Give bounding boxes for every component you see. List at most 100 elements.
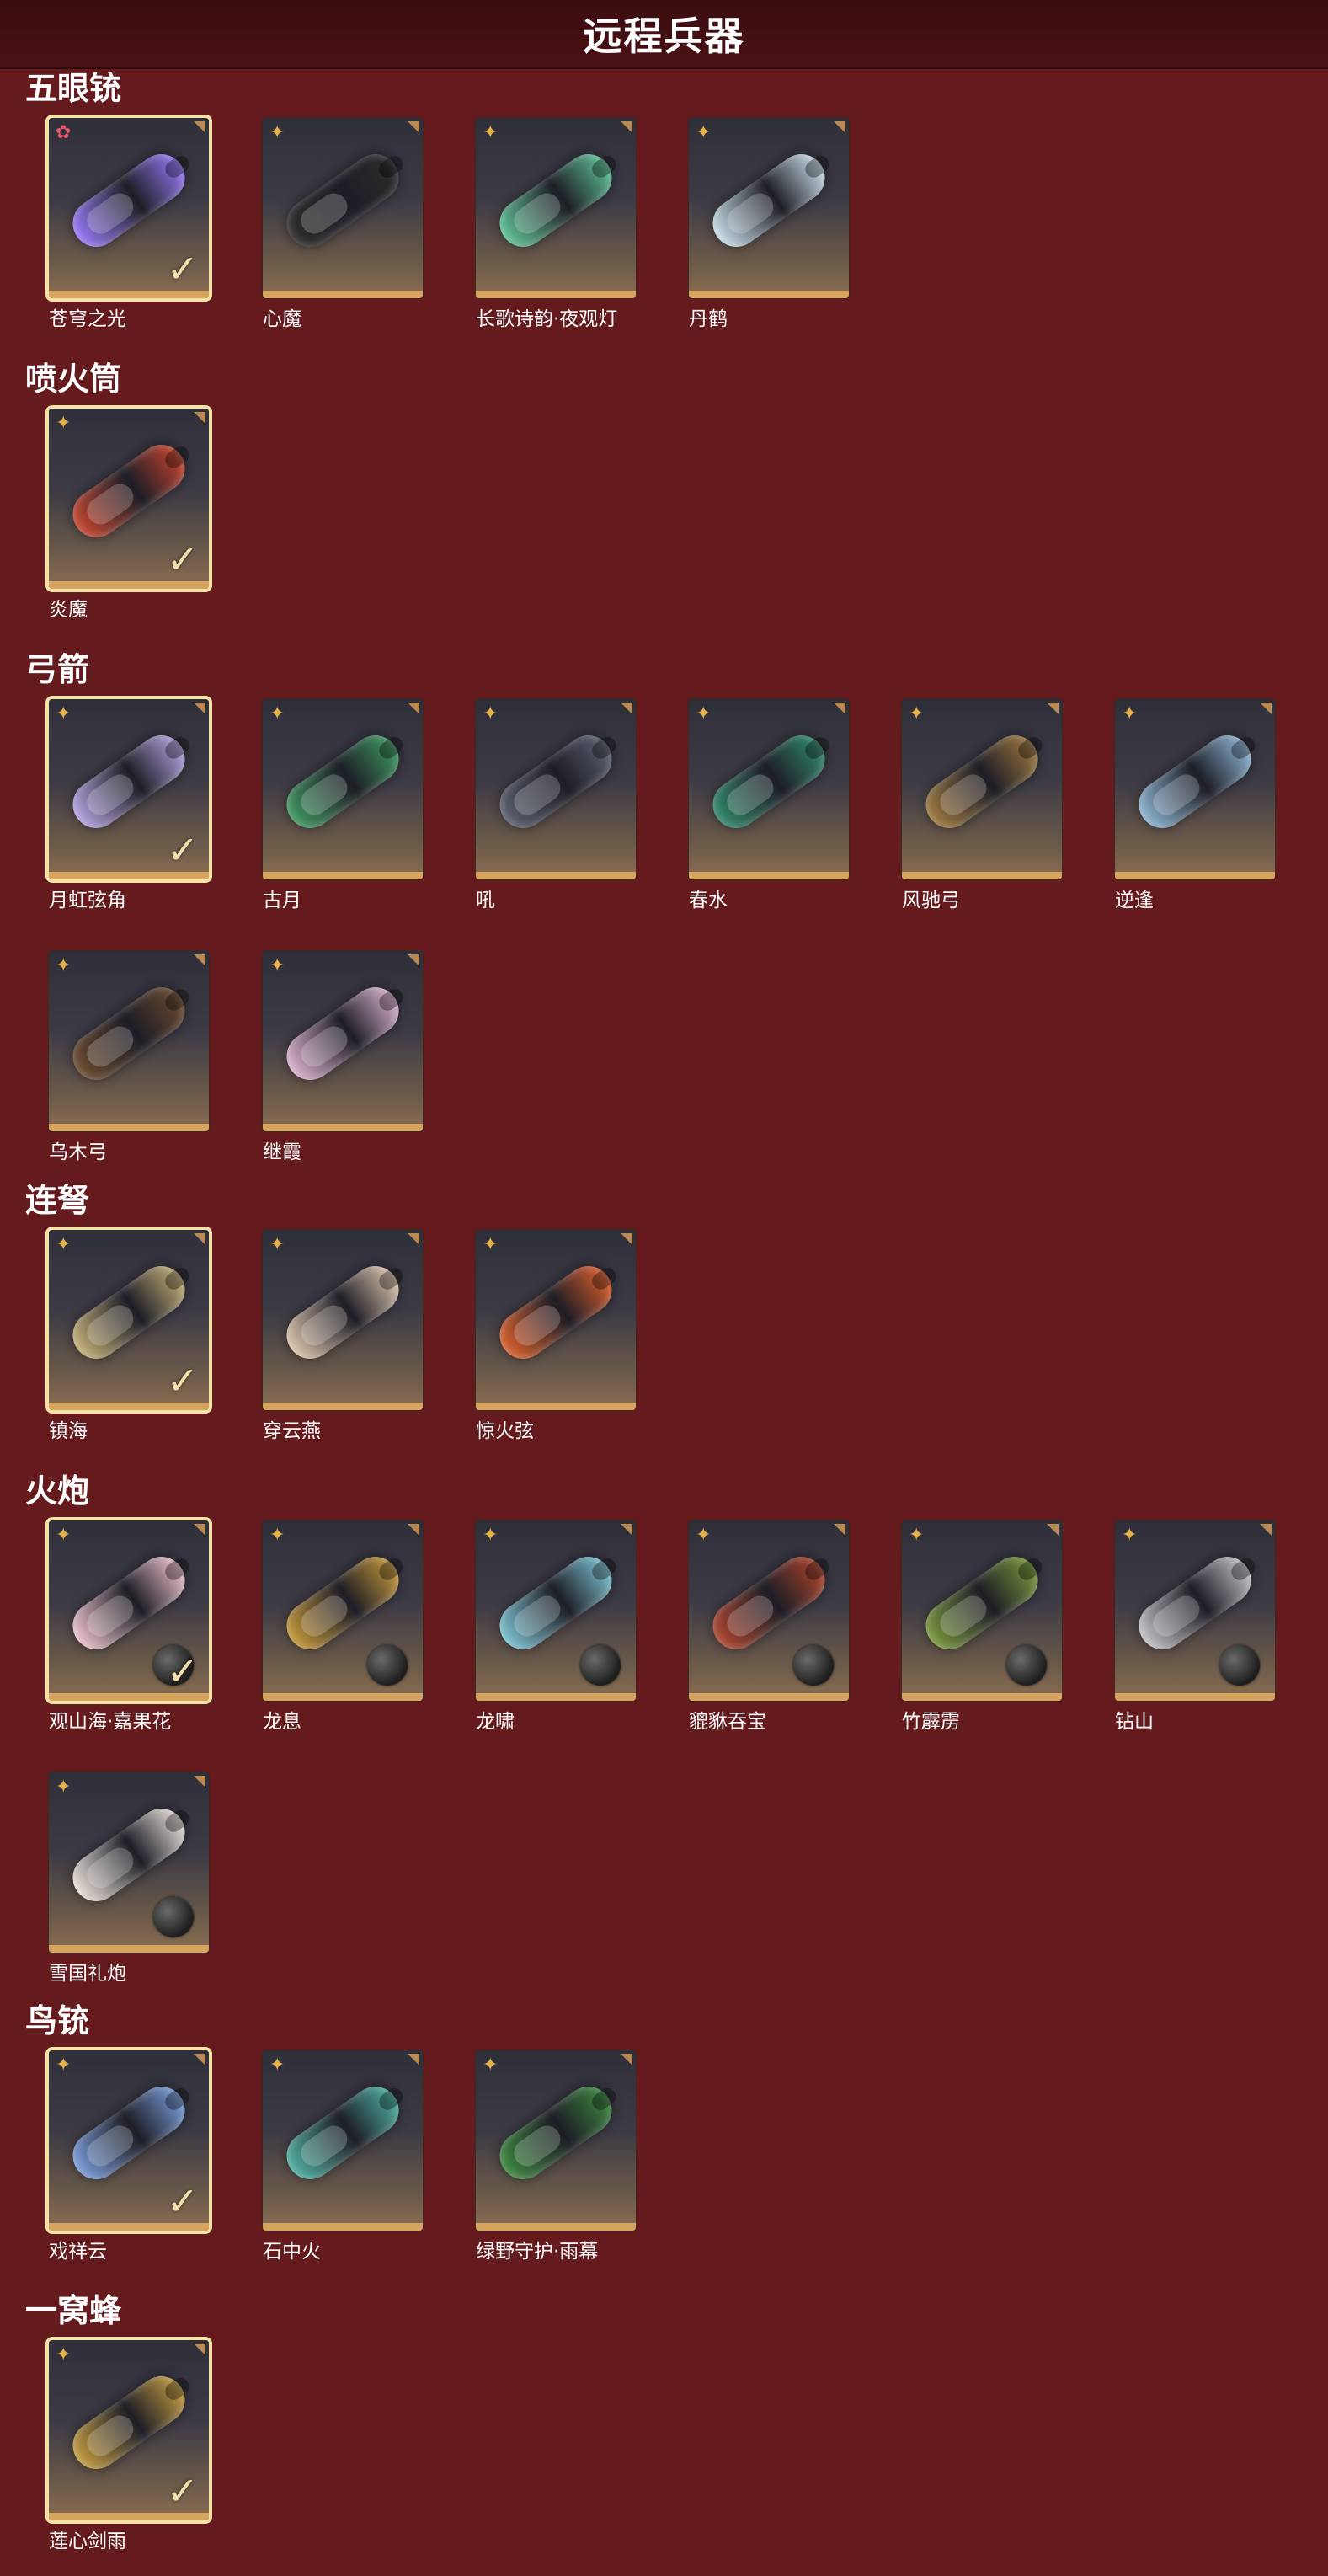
- weapon-item[interactable]: ✦ ✓ 戏祥云: [49, 2050, 214, 2278]
- cannonball-icon: [793, 1645, 834, 1686]
- corner-tab-icon: [194, 412, 205, 424]
- gold-star-icon: ✦: [483, 1234, 499, 1255]
- gold-star-icon: ✦: [269, 1525, 285, 1546]
- weapon-item[interactable]: ✦ 逆逢: [1115, 699, 1280, 927]
- weapon-card[interactable]: ✦: [1115, 1520, 1275, 1701]
- checkmark-icon: ✓: [166, 2178, 199, 2224]
- section-title: 连弩: [25, 1182, 90, 1219]
- weapon-card[interactable]: ✦: [1115, 699, 1275, 879]
- weapon-card[interactable]: ✦: [902, 1520, 1062, 1701]
- weapon-image: [490, 2077, 621, 2189]
- weapon-name: 古月: [263, 890, 301, 911]
- weapon-card[interactable]: ✦: [476, 1520, 636, 1701]
- weapon-card[interactable]: ✦: [263, 699, 423, 879]
- corner-tab-icon: [621, 121, 632, 133]
- gold-star-icon: ✦: [269, 122, 285, 143]
- weapon-card[interactable]: ✦: [476, 118, 636, 298]
- weapon-card[interactable]: ✦: [476, 699, 636, 879]
- weapon-item[interactable]: ✦ 古月: [263, 699, 428, 927]
- weapon-image: [63, 1257, 195, 1369]
- weapon-item[interactable]: ✦ 龙啸: [476, 1520, 641, 1748]
- weapon-image: [490, 145, 621, 257]
- weapon-item[interactable]: ✦ 钻山: [1115, 1520, 1280, 1748]
- weapon-card[interactable]: ✦: [263, 1520, 423, 1701]
- weapon-card[interactable]: ✦ ✓: [49, 699, 209, 879]
- weapon-card[interactable]: ✦: [689, 118, 849, 298]
- gold-star-icon: ✦: [56, 955, 72, 976]
- weapon-card[interactable]: ✿ ✓: [49, 118, 209, 298]
- weapon-card[interactable]: ✦: [263, 951, 423, 1131]
- weapon-image: [916, 1547, 1048, 1659]
- weapon-item[interactable]: ✦ 乌木弓: [49, 951, 214, 1178]
- weapon-item[interactable]: ✦ 石中火: [263, 2050, 428, 2278]
- weapon-card[interactable]: ✦: [689, 699, 849, 879]
- weapon-item[interactable]: ✦ 春水: [689, 699, 854, 927]
- weapon-item[interactable]: ✦ 惊火弦: [476, 1230, 641, 1457]
- weapon-item[interactable]: ✦ ✓ 莲心剑雨: [49, 2340, 214, 2568]
- weapon-card[interactable]: ✦: [263, 118, 423, 298]
- weapon-item[interactable]: ✦ 吼: [476, 699, 641, 927]
- weapon-image: [277, 1547, 408, 1659]
- weapon-name: 心魔: [263, 308, 301, 330]
- corner-tab-icon: [194, 121, 205, 133]
- corner-tab-icon: [408, 1524, 419, 1536]
- weapon-image: [63, 1547, 195, 1659]
- weapon-item[interactable]: ✦ ✓ 镇海: [49, 1230, 214, 1457]
- weapon-item[interactable]: ✦ 龙息: [263, 1520, 428, 1748]
- weapon-name: 苍穹之光: [49, 308, 126, 330]
- gold-star-icon: ✦: [56, 1525, 72, 1546]
- weapon-card[interactable]: ✦ ✓: [49, 2050, 209, 2231]
- weapon-item[interactable]: ✿ ✓ 苍穹之光: [49, 118, 214, 345]
- weapon-item[interactable]: ✦ 雪国礼炮: [49, 1772, 214, 2000]
- weapon-name: 长歌诗韵·夜观灯: [476, 308, 618, 330]
- section-title: 一窝蜂: [25, 2292, 122, 2329]
- corner-tab-icon: [408, 121, 419, 133]
- weapon-name: 吼: [476, 890, 495, 911]
- weapon-card[interactable]: ✦: [476, 2050, 636, 2231]
- weapon-card[interactable]: ✦ ✓: [49, 409, 209, 589]
- weapon-name: 丹鹤: [689, 308, 728, 330]
- card-bottom-bar: [263, 1124, 423, 1131]
- weapon-item[interactable]: ✦ 继霞: [263, 951, 428, 1178]
- weapon-item[interactable]: ✦ ✓ 月虹弦角: [49, 699, 214, 927]
- card-bottom-bar: [902, 1693, 1062, 1701]
- weapon-card[interactable]: ✦: [263, 1230, 423, 1410]
- gold-star-icon: ✦: [1122, 1525, 1138, 1546]
- weapon-card[interactable]: ✦ ✓: [49, 1520, 209, 1701]
- weapon-card[interactable]: ✦: [49, 951, 209, 1131]
- corner-tab-icon: [408, 2054, 419, 2066]
- gold-star-icon: ✦: [483, 122, 499, 143]
- weapon-card[interactable]: ✦: [476, 1230, 636, 1410]
- weapon-card[interactable]: ✦ ✓: [49, 2340, 209, 2520]
- weapon-image: [277, 978, 408, 1090]
- corner-tab-icon: [194, 2054, 205, 2066]
- weapon-card[interactable]: ✦: [49, 1772, 209, 1953]
- weapon-card[interactable]: ✦: [263, 2050, 423, 2231]
- weapon-name: 观山海·嘉果花: [49, 1711, 172, 1733]
- weapon-item[interactable]: ✦ 丹鹤: [689, 118, 854, 345]
- weapon-item[interactable]: ✦ 绿野守护·雨幕: [476, 2050, 641, 2278]
- weapon-item[interactable]: ✦ 貔貅吞宝: [689, 1520, 854, 1748]
- weapon-item[interactable]: ✦ 穿云燕: [263, 1230, 428, 1457]
- weapon-item[interactable]: ✦ 心魔: [263, 118, 428, 345]
- weapon-item[interactable]: ✦ ✓ 观山海·嘉果花: [49, 1520, 214, 1748]
- gold-star-icon: ✦: [483, 2055, 499, 2076]
- weapon-item[interactable]: ✦ ✓ 炎魔: [49, 409, 214, 636]
- weapon-item[interactable]: ✦ 长歌诗韵·夜观灯: [476, 118, 641, 345]
- weapon-image: [277, 2077, 408, 2189]
- weapon-card[interactable]: ✦: [689, 1520, 849, 1701]
- weapon-item[interactable]: ✦ 风驰弓: [902, 699, 1067, 927]
- corner-tab-icon: [194, 703, 205, 714]
- card-bottom-bar: [476, 872, 636, 879]
- gold-star-icon: ✦: [269, 2055, 285, 2076]
- weapon-card[interactable]: ✦: [902, 699, 1062, 879]
- weapon-name: 镇海: [49, 1420, 88, 1442]
- card-bottom-bar: [49, 291, 209, 298]
- weapon-name: 竹霹雳: [902, 1711, 960, 1733]
- card-bottom-bar: [49, 1945, 209, 1953]
- section-title: 火炮: [25, 1472, 90, 1510]
- cannonball-icon: [1219, 1645, 1260, 1686]
- weapon-name: 穿云燕: [263, 1420, 321, 1442]
- weapon-card[interactable]: ✦ ✓: [49, 1230, 209, 1410]
- weapon-item[interactable]: ✦ 竹霹雳: [902, 1520, 1067, 1748]
